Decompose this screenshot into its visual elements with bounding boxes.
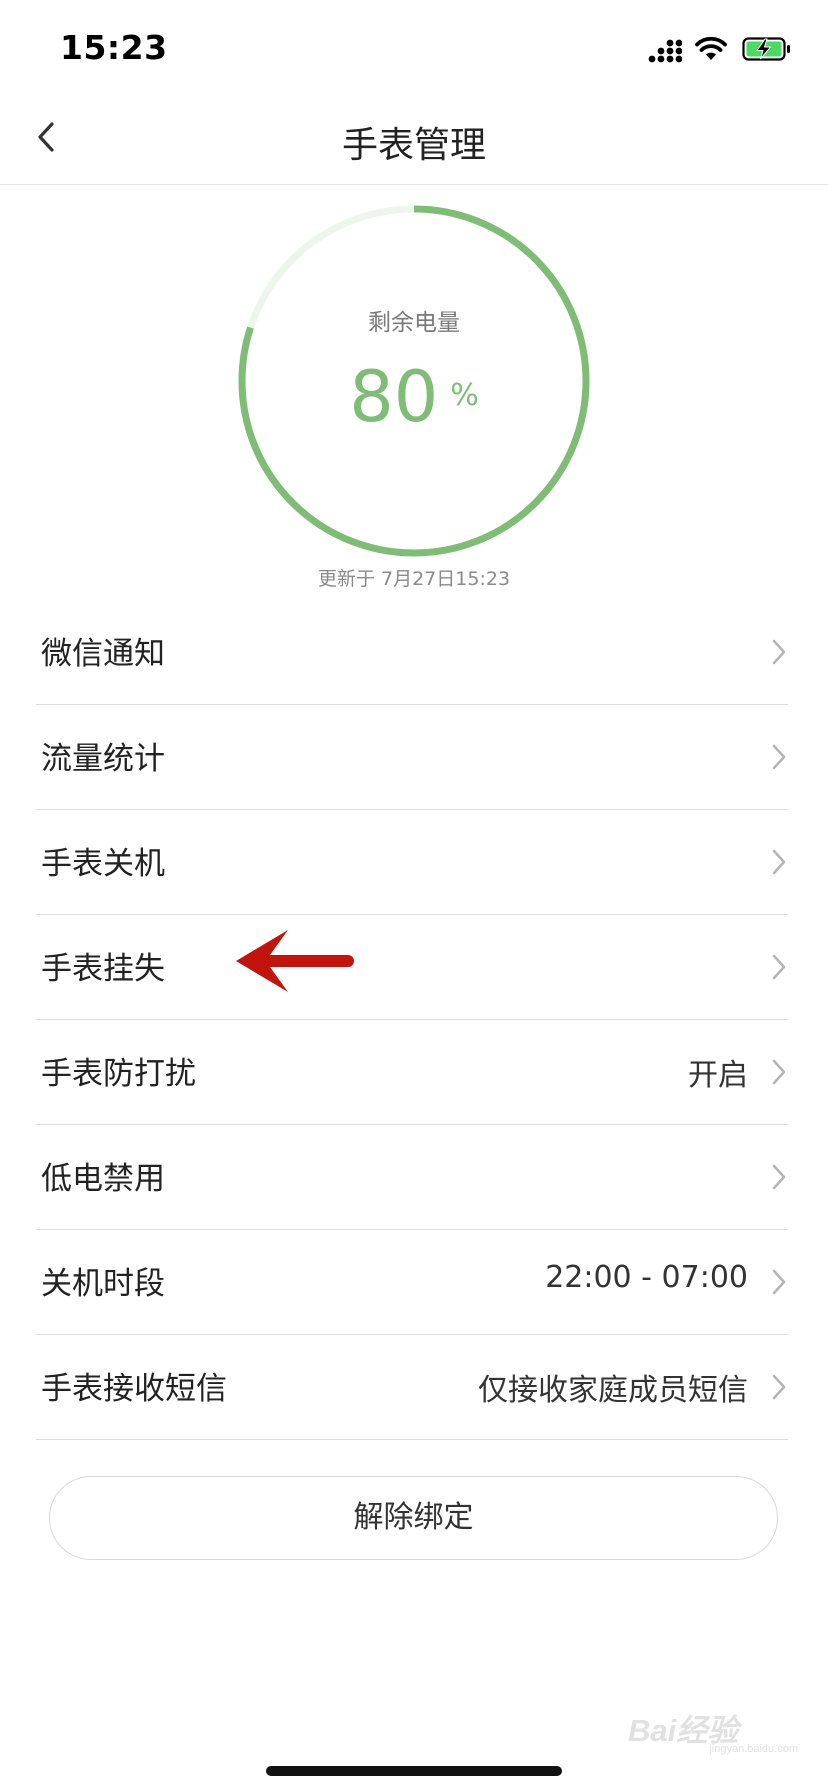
- status-time: 15:23: [60, 28, 168, 67]
- home-indicator: [266, 1766, 562, 1776]
- wifi-icon: [695, 36, 727, 60]
- menu-item-value: 22:00 - 07:00: [545, 1260, 748, 1295]
- chevron-right-icon: [772, 1059, 786, 1085]
- cellular-signal-icon: [648, 39, 682, 63]
- menu-item-label: 手表接收短信: [41, 1371, 227, 1407]
- menu-item-label: 流量统计: [41, 741, 165, 777]
- watermark-url: jingyan.baidu.com: [709, 1743, 798, 1755]
- chevron-right-icon: [772, 1269, 786, 1295]
- menu-item-label: 手表防打扰: [41, 1056, 196, 1092]
- chevron-right-icon: [772, 1164, 786, 1190]
- menu-item-low-battery-disable[interactable]: 低电禁用: [36, 1125, 788, 1230]
- status-bar: 15:23: [0, 0, 828, 96]
- menu-item-wechat-notification[interactable]: 微信通知: [36, 600, 788, 705]
- menu-item-label: 手表关机: [41, 846, 165, 882]
- menu-item-label: 微信通知: [41, 636, 165, 672]
- menu-item-report-lost[interactable]: 手表挂失: [36, 915, 788, 1020]
- menu-item-do-not-disturb[interactable]: 手表防打扰 开启: [36, 1020, 788, 1125]
- settings-list: 微信通知 流量统计 手表关机 手表挂失 手表防打扰 开启 低电禁用 关机时段 2…: [36, 600, 788, 1440]
- battery-percentage: 80%: [236, 356, 592, 438]
- battery-label: 剩余电量: [368, 310, 460, 336]
- chevron-right-icon: [772, 1374, 786, 1400]
- chevron-right-icon: [772, 849, 786, 875]
- unbind-button[interactable]: 解除绑定: [49, 1476, 778, 1560]
- battery-unit: %: [450, 378, 479, 413]
- battery-update-time: 更新于 7月27日15:23: [317, 568, 511, 590]
- chevron-right-icon: [772, 639, 786, 665]
- baidu-watermark: Bai经验 jingyan.baidu.com: [628, 1697, 798, 1755]
- chevron-right-icon: [772, 744, 786, 770]
- menu-item-label: 关机时段: [41, 1266, 165, 1302]
- battery-value: 80: [349, 356, 439, 438]
- page-title: 手表管理: [341, 125, 486, 166]
- menu-item-sms-receive[interactable]: 手表接收短信 仅接收家庭成员短信: [36, 1335, 788, 1440]
- red-arrow-left-icon: [236, 930, 354, 992]
- menu-item-data-usage[interactable]: 流量统计: [36, 705, 788, 810]
- menu-item-label: 低电禁用: [41, 1161, 165, 1197]
- navigation-bar: 手表管理: [0, 96, 828, 185]
- chevron-right-icon: [772, 954, 786, 980]
- menu-item-power-off[interactable]: 手表关机: [36, 810, 788, 915]
- menu-item-label: 手表挂失: [41, 951, 165, 987]
- menu-item-shutdown-schedule[interactable]: 关机时段 22:00 - 07:00: [36, 1230, 788, 1335]
- menu-item-value: 仅接收家庭成员短信: [478, 1373, 748, 1408]
- battery-charging-icon: [742, 37, 790, 61]
- status-icons: [648, 34, 798, 68]
- menu-item-value: 开启: [688, 1058, 748, 1093]
